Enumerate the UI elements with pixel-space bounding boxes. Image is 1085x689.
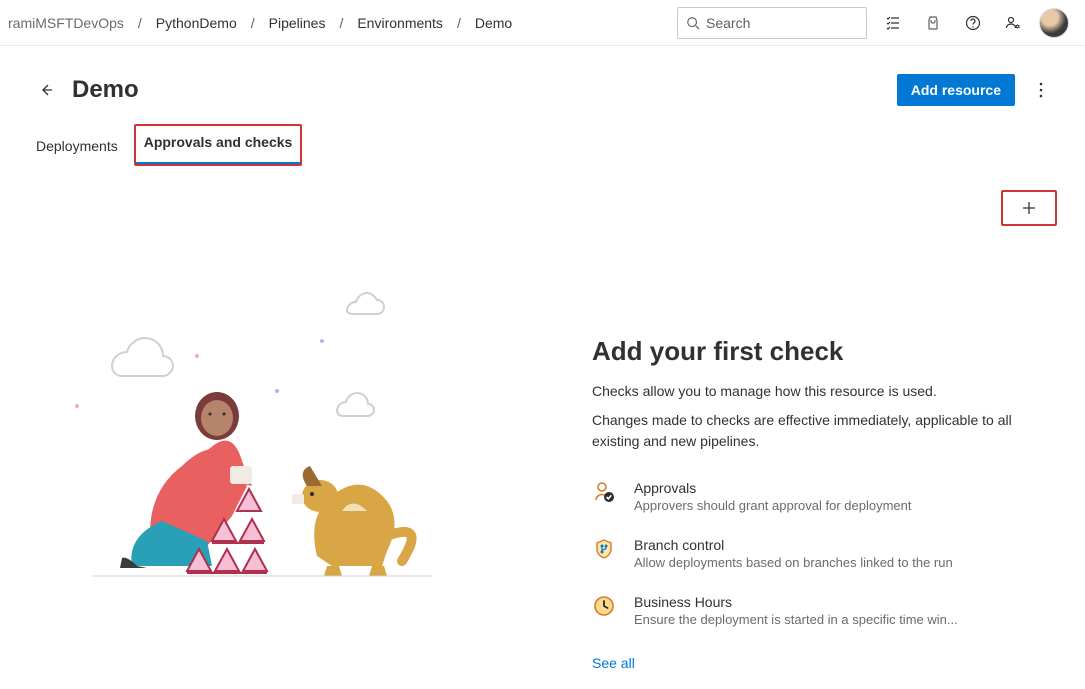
page-header: Demo Add resource (0, 46, 1085, 114)
check-item-approvals[interactable]: Approvals Approvers should grant approva… (592, 480, 1053, 513)
empty-state-desc-1: Checks allow you to manage how this reso… (592, 381, 1053, 402)
check-item-business-hours[interactable]: Business Hours Ensure the deployment is … (592, 594, 1053, 627)
help-icon[interactable] (959, 9, 987, 37)
approvals-icon (592, 480, 616, 504)
tab-approvals-and-checks[interactable]: Approvals and checks (136, 126, 301, 164)
check-title: Branch control (634, 537, 1053, 553)
plus-row (0, 166, 1085, 226)
breadcrumb-sep: / (251, 15, 255, 31)
topbar: ramiMSFTDevOps / PythonDemo / Pipelines … (0, 0, 1085, 46)
crumb-environments[interactable]: Environments (357, 15, 443, 31)
search-box[interactable] (677, 7, 867, 39)
highlight-box-plus (1001, 190, 1057, 226)
marketplace-icon[interactable] (919, 9, 947, 37)
page-title: Demo (72, 76, 139, 104)
crumb-pipelines[interactable]: Pipelines (269, 15, 326, 31)
add-check-button[interactable] (1005, 194, 1053, 222)
search-input[interactable] (706, 15, 858, 31)
check-desc: Allow deployments based on branches link… (634, 555, 1053, 570)
empty-state-desc-2: Changes made to checks are effective imm… (592, 410, 1053, 452)
empty-state-title: Add your first check (592, 336, 1053, 367)
check-title: Approvals (634, 480, 1053, 496)
empty-state-illustration (32, 286, 552, 606)
check-item-branch-control[interactable]: Branch control Allow deployments based o… (592, 537, 1053, 570)
check-desc: Ensure the deployment is started in a sp… (634, 612, 1053, 627)
avatar[interactable] (1039, 8, 1069, 38)
plus-icon (1022, 201, 1036, 215)
crumb-current[interactable]: Demo (475, 15, 512, 31)
header-actions: Add resource (897, 74, 1053, 106)
search-icon (686, 16, 700, 30)
branch-control-icon (592, 537, 616, 561)
crumb-org[interactable]: ramiMSFTDevOps (8, 15, 124, 31)
back-button[interactable] (32, 76, 60, 104)
see-all-link[interactable]: See all (592, 655, 635, 671)
highlight-box-tab: Approvals and checks (134, 124, 303, 166)
check-title: Business Hours (634, 594, 1053, 610)
breadcrumb-sep: / (339, 15, 343, 31)
user-settings-icon[interactable] (999, 9, 1027, 37)
check-type-list: Approvals Approvers should grant approva… (592, 480, 1053, 627)
topbar-right (677, 7, 1069, 39)
crumb-project[interactable]: PythonDemo (156, 15, 237, 31)
check-desc: Approvers should grant approval for depl… (634, 498, 1053, 513)
breadcrumb-sep: / (457, 15, 461, 31)
add-resource-button[interactable]: Add resource (897, 74, 1015, 106)
tabs: Deployments Approvals and checks (0, 114, 1085, 166)
more-actions-button[interactable] (1029, 78, 1053, 102)
breadcrumb-sep: / (138, 15, 142, 31)
tab-deployments[interactable]: Deployments (28, 130, 126, 166)
main-content: Add your first check Checks allow you to… (0, 226, 1085, 671)
business-hours-icon (592, 594, 616, 618)
info-panel: Add your first check Checks allow you to… (592, 286, 1053, 671)
breadcrumb: ramiMSFTDevOps / PythonDemo / Pipelines … (8, 15, 512, 31)
task-list-icon[interactable] (879, 9, 907, 37)
